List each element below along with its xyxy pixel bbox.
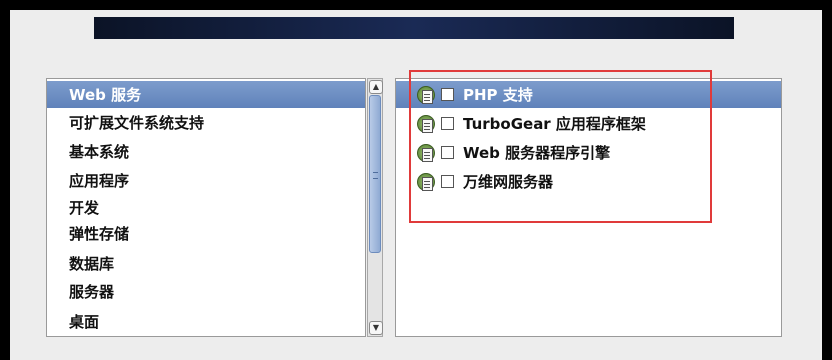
group-list-scrollbar[interactable]: ▲ ▼ xyxy=(367,78,383,337)
package-label: TurboGear 应用程序框架 xyxy=(463,115,646,133)
package-icon xyxy=(417,143,435,162)
group-item[interactable]: 基本系统 xyxy=(47,138,365,165)
package-checkbox[interactable] xyxy=(441,146,454,159)
header-banner xyxy=(94,17,734,39)
package-list: PHP 支持 TurboGear 应用程序框架 Web 服务器程序引擎 万维网服… xyxy=(395,78,782,337)
package-checkbox[interactable] xyxy=(441,88,454,101)
group-item[interactable]: 可扩展文件系统支持 xyxy=(47,109,365,136)
grip-icon xyxy=(373,172,378,179)
group-item-label: 弹性存储 xyxy=(69,225,130,243)
group-item-label: 应用程序 xyxy=(69,172,130,190)
group-item-label: 基本系统 xyxy=(69,143,130,161)
group-item-label: 开发 xyxy=(69,199,100,217)
group-item[interactable]: 桌面 xyxy=(47,308,365,335)
package-label: PHP 支持 xyxy=(463,86,533,104)
group-item[interactable]: 开发 xyxy=(47,194,365,221)
package-checkbox[interactable] xyxy=(441,117,454,130)
chevron-down-icon[interactable]: ▼ xyxy=(369,321,383,335)
package-item[interactable]: PHP 支持 xyxy=(396,81,781,108)
group-item-label: 服务器 xyxy=(69,283,115,301)
package-checkbox[interactable] xyxy=(441,175,454,188)
chevron-up-icon[interactable]: ▲ xyxy=(369,80,383,94)
group-item[interactable]: 应用程序 xyxy=(47,167,365,194)
scroll-thumb[interactable] xyxy=(369,95,381,253)
group-list: Web 服务 可扩展文件系统支持 基本系统 应用程序 开发 弹性存储 数据库 服… xyxy=(46,78,366,337)
package-label: Web 服务器程序引擎 xyxy=(463,144,611,162)
package-icon xyxy=(417,172,435,191)
group-item-label: 可扩展文件系统支持 xyxy=(69,114,205,132)
group-item[interactable]: 数据库 xyxy=(47,250,365,277)
package-item[interactable]: 万维网服务器 xyxy=(396,168,781,195)
package-item[interactable]: Web 服务器程序引擎 xyxy=(396,139,781,166)
group-item-label: Web 服务 xyxy=(69,86,142,104)
group-item-label: 桌面 xyxy=(69,313,100,331)
package-icon xyxy=(417,114,435,133)
group-item[interactable]: 服务器 xyxy=(47,278,365,305)
package-label: 万维网服务器 xyxy=(463,173,554,191)
group-item[interactable]: 弹性存储 xyxy=(47,220,365,247)
group-item[interactable]: Web 服务 xyxy=(47,81,365,108)
package-item[interactable]: TurboGear 应用程序框架 xyxy=(396,110,781,137)
group-item-label: 数据库 xyxy=(69,255,115,273)
package-icon xyxy=(417,85,435,104)
